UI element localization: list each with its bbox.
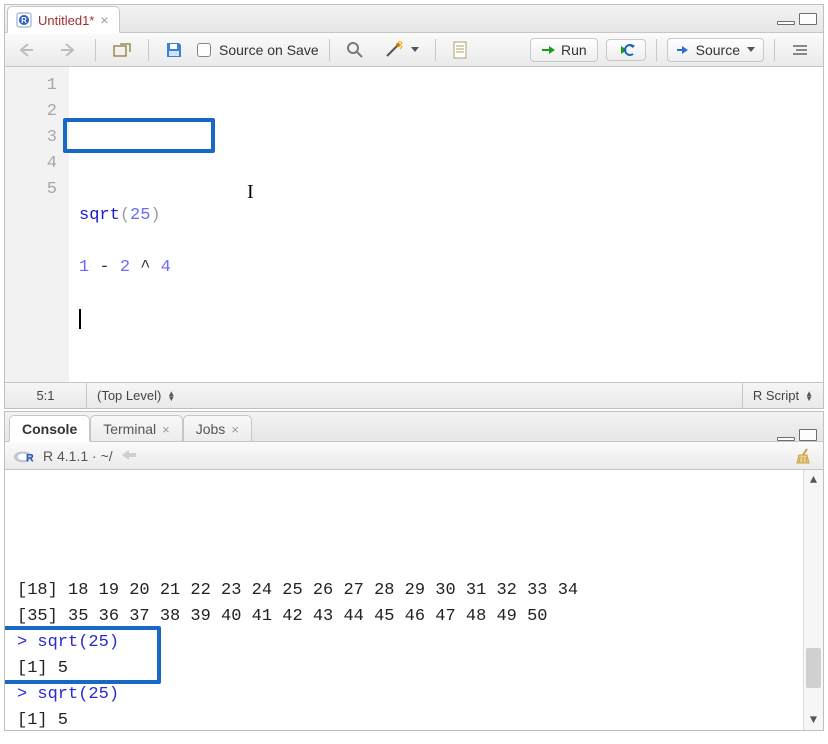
- console-text[interactable]: [18] 18 19 20 21 22 23 24 25 26 27 28 29…: [5, 470, 803, 730]
- console-session-label: R 4.1.1 · ~/: [43, 448, 113, 464]
- line-number: 1: [5, 73, 57, 99]
- editor-tabbar: R Untitled1* ×: [5, 5, 823, 33]
- minimize-pane-button[interactable]: [777, 437, 795, 441]
- clear-console-button[interactable]: [793, 447, 815, 465]
- editor-tab-untitled1[interactable]: R Untitled1* ×: [7, 6, 120, 33]
- maximize-pane-button[interactable]: [799, 429, 817, 441]
- line-number: 3: [5, 125, 57, 151]
- svg-text:R: R: [26, 452, 34, 464]
- updown-icon: ▲▼: [805, 391, 813, 401]
- close-icon[interactable]: ×: [162, 422, 170, 437]
- line-number: 2: [5, 99, 57, 125]
- close-icon[interactable]: ×: [231, 422, 239, 437]
- nav-back-button[interactable]: [13, 39, 45, 61]
- maximize-pane-button[interactable]: [799, 13, 817, 25]
- language-selector[interactable]: R Script ▲▼: [742, 383, 823, 408]
- chevron-down-icon: [747, 47, 755, 52]
- outline-button[interactable]: [785, 40, 815, 60]
- scrollbar-thumb[interactable]: [806, 648, 821, 688]
- scope-selector[interactable]: (Top Level) ▲▼: [87, 388, 185, 403]
- run-button[interactable]: Run: [530, 38, 598, 62]
- save-button[interactable]: [159, 38, 189, 62]
- editor-statusbar: 5:1 (Top Level) ▲▼ R Script ▲▼: [5, 382, 823, 408]
- show-in-new-window-button[interactable]: [106, 39, 138, 61]
- code-tools-button[interactable]: [378, 38, 425, 62]
- r-logo-icon: R: [13, 448, 35, 464]
- console-pane: Console Terminal × Jobs × R R 4.1.1 · ~/: [4, 411, 824, 731]
- nav-forward-button[interactable]: [53, 39, 85, 61]
- highlight-annotation: [63, 118, 215, 153]
- code-line[interactable]: [79, 229, 823, 255]
- source-editor-pane: R Untitled1* × Source on Save: [4, 4, 824, 409]
- pane-window-controls: [777, 429, 823, 441]
- editor-toolbar: Source on Save Run Source: [5, 33, 823, 67]
- svg-text:R: R: [21, 16, 27, 25]
- compile-report-button[interactable]: [446, 38, 474, 62]
- code-area[interactable]: I sqrt(25) 1 - 2 ^ 4: [69, 67, 823, 382]
- console-scrollbar[interactable]: ▲ ▼: [803, 470, 823, 730]
- console-line: > sqrt(25): [17, 682, 803, 708]
- scroll-up-icon[interactable]: ▲: [804, 470, 824, 490]
- minimize-pane-button[interactable]: [777, 21, 795, 25]
- tab-terminal[interactable]: Terminal ×: [90, 415, 183, 442]
- console-line: [18] 18 19 20 21 22 23 24 25 26 27 28 29…: [17, 578, 803, 604]
- line-number: 5: [5, 177, 57, 203]
- editor-tab-title: Untitled1*: [38, 13, 94, 28]
- console-line: [1] 5: [17, 656, 803, 682]
- console-tabbar: Console Terminal × Jobs ×: [5, 412, 823, 442]
- chevron-down-icon: [411, 47, 419, 52]
- updown-icon: ▲▼: [167, 391, 175, 401]
- text-caret: [79, 309, 81, 329]
- console-output[interactable]: [18] 18 19 20 21 22 23 24 25 26 27 28 29…: [5, 470, 823, 730]
- close-icon[interactable]: ×: [100, 12, 108, 28]
- tab-console[interactable]: Console: [9, 415, 90, 442]
- console-subheader: R R 4.1.1 · ~/: [5, 442, 823, 470]
- find-button[interactable]: [340, 38, 370, 62]
- source-button[interactable]: Source: [667, 38, 764, 62]
- code-line[interactable]: [79, 307, 823, 333]
- scroll-down-icon[interactable]: ▼: [804, 710, 824, 730]
- rerun-button[interactable]: [606, 39, 646, 61]
- console-line: [1] 5: [17, 708, 803, 730]
- scrollbar-track[interactable]: [804, 490, 823, 710]
- console-line: [35] 35 36 37 38 39 40 41 42 43 44 45 46…: [17, 604, 803, 630]
- pane-window-controls: [777, 13, 823, 25]
- source-on-save-checkbox[interactable]: [197, 43, 211, 57]
- code-line[interactable]: sqrt(25): [79, 203, 823, 229]
- code-editor[interactable]: 12345 I sqrt(25) 1 - 2 ^ 4: [5, 67, 823, 382]
- line-number: 4: [5, 151, 57, 177]
- view-wd-icon[interactable]: [121, 448, 137, 464]
- code-line[interactable]: [79, 281, 823, 307]
- rscript-file-icon: R: [16, 12, 32, 28]
- source-on-save-label: Source on Save: [219, 42, 319, 58]
- console-line: > sqrt(25): [17, 630, 803, 656]
- text-cursor-icon: I: [247, 179, 254, 205]
- line-number-gutter: 12345: [5, 67, 69, 382]
- cursor-position: 5:1: [5, 383, 87, 408]
- tab-jobs[interactable]: Jobs ×: [183, 415, 252, 442]
- code-line[interactable]: 1 - 2 ^ 4: [79, 255, 823, 281]
